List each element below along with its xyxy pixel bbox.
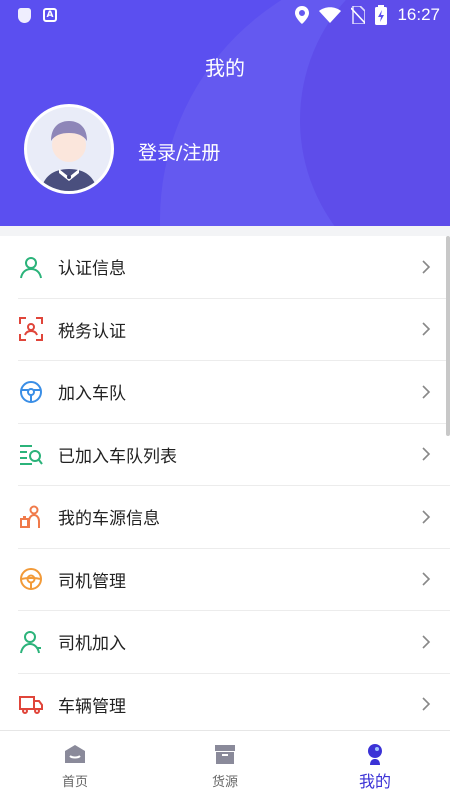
menu-item-label: 我的车源信息 (58, 509, 160, 530)
home-icon (65, 745, 85, 763)
chevron-right-icon (422, 385, 431, 399)
battery-icon (375, 5, 388, 25)
login-register-link[interactable]: 登录/注册 (138, 138, 220, 165)
menu-item-verification[interactable]: 认证信息 (18, 236, 450, 299)
header-decoration (300, 0, 450, 226)
tab-home[interactable]: 首页 (0, 731, 150, 800)
chevron-right-icon (422, 510, 431, 524)
menu-item-vehicle-management[interactable]: 车辆管理 (18, 674, 450, 731)
location-icon (295, 6, 310, 24)
menu-item-label: 车辆管理 (58, 696, 126, 717)
status-bar: A 16:27 (0, 0, 450, 32)
menu-item-label: 加入车队 (58, 384, 126, 405)
no-sim-icon (351, 6, 366, 24)
menu-item-driver-join[interactable]: 司机加入 (18, 611, 450, 674)
tax-scan-icon (18, 316, 44, 342)
default-avatar-icon (41, 121, 97, 191)
user-add-icon (18, 629, 44, 655)
app-badge-icon: A (43, 8, 57, 22)
bottom-tab-bar: 首页 货源 我的 (0, 730, 450, 800)
truck-icon (18, 691, 44, 717)
tab-cargo[interactable]: 货源 (150, 731, 300, 800)
chevron-right-icon (422, 322, 431, 336)
steering-wheel-orange-icon (18, 566, 44, 592)
chevron-right-icon (422, 447, 431, 461)
page-title: 我的 (205, 56, 245, 80)
profile-icon (368, 744, 382, 765)
chevron-right-icon (422, 635, 431, 649)
tab-label: 货源 (211, 775, 238, 790)
menu-item-label: 税务认证 (58, 321, 126, 342)
chevron-right-icon (422, 572, 431, 586)
status-time: 16:27 (397, 5, 440, 24)
tab-label: 首页 (61, 775, 88, 790)
chevron-right-icon (422, 697, 431, 711)
menu-item-label: 已加入车队列表 (58, 446, 177, 467)
menu-scrollbar[interactable] (446, 236, 450, 436)
tab-mine[interactable]: 我的 (300, 731, 450, 800)
menu-item-joined-fleet-list[interactable]: 已加入车队列表 (18, 424, 450, 486)
menu-item-join-fleet[interactable]: 加入车队 (18, 361, 450, 424)
menu-item-label: 司机加入 (58, 634, 126, 655)
steering-wheel-icon (18, 379, 44, 405)
menu-item-my-vehicle-info[interactable]: 我的车源信息 (18, 486, 450, 549)
menu-list: 认证信息 税务认证 加入车队 已加入车队列表 我的车源信息 司机管理 司机加入 … (0, 236, 450, 730)
profile-header: A 16:27 我的 登录/注册 (0, 0, 450, 226)
tab-label: 我的 (358, 772, 391, 791)
menu-item-label: 司机管理 (58, 571, 126, 592)
chevron-right-icon (422, 260, 431, 274)
user-icon (18, 254, 44, 280)
cargo-box-icon (215, 745, 235, 764)
menu-item-driver-management[interactable]: 司机管理 (18, 549, 450, 611)
list-search-icon (18, 441, 44, 467)
menu-item-label: 认证信息 (58, 259, 126, 280)
avatar[interactable] (24, 104, 114, 194)
wifi-icon (319, 7, 342, 23)
shield-icon (18, 8, 31, 23)
menu-item-tax-verification[interactable]: 税务认证 (18, 299, 450, 361)
driver-person-icon (18, 504, 44, 530)
